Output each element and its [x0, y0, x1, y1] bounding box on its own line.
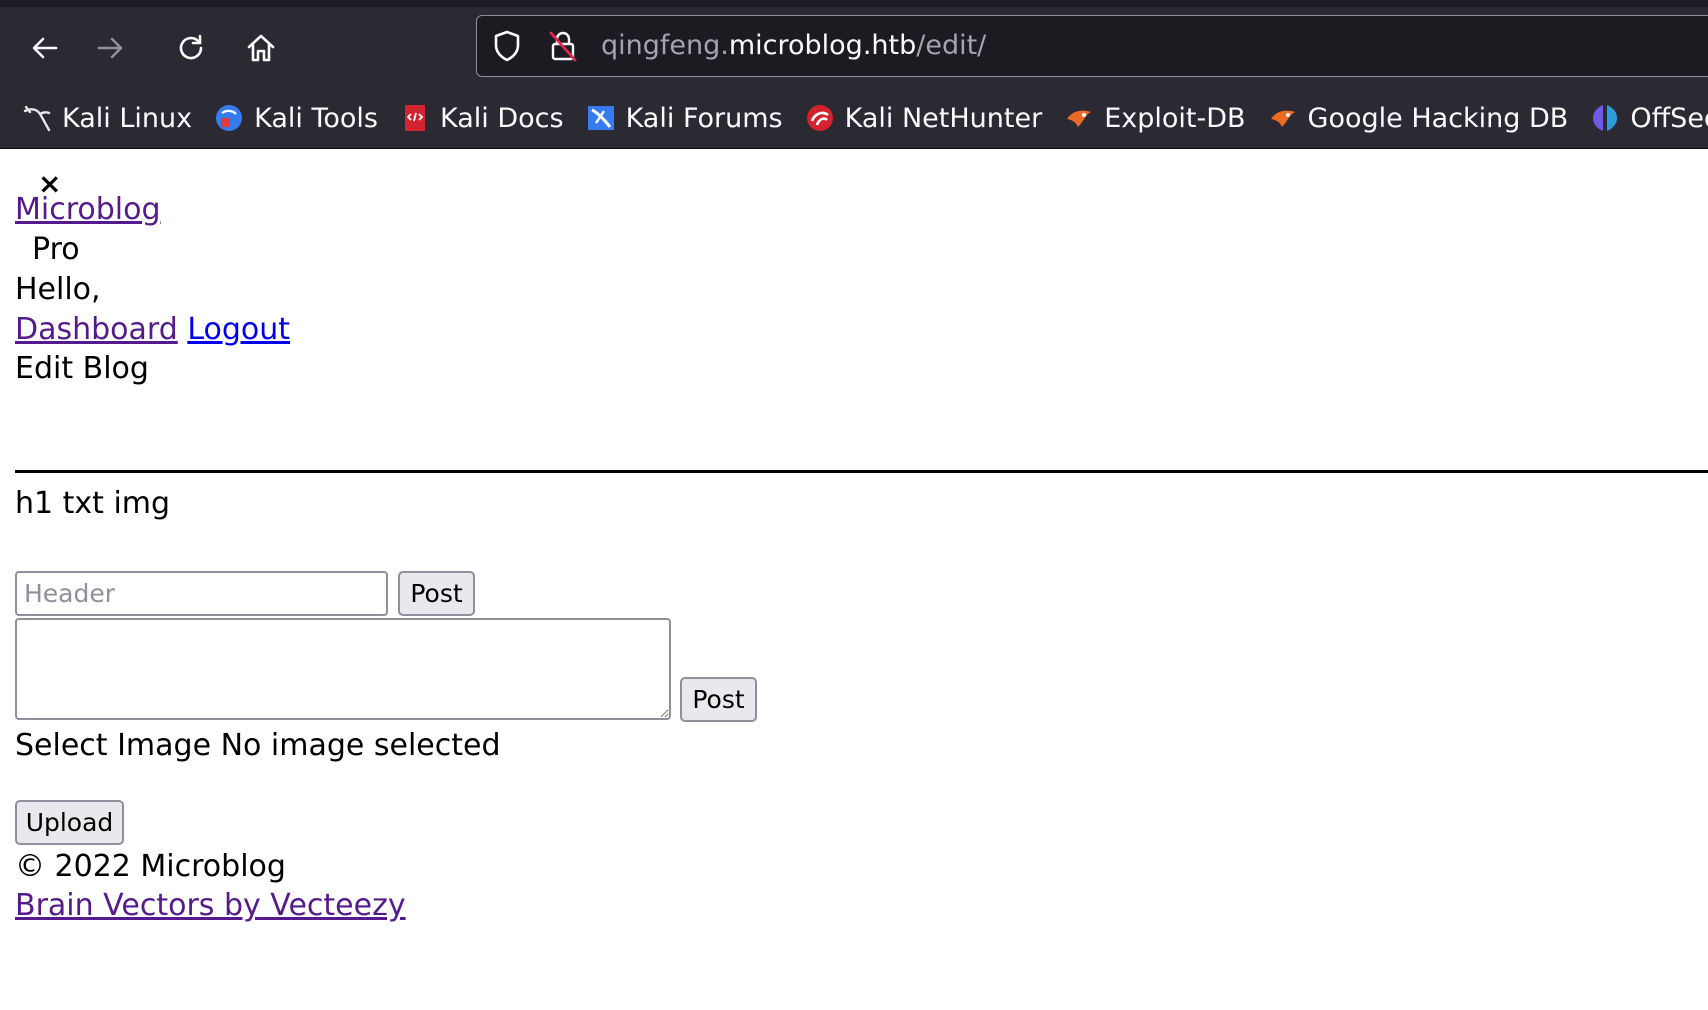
kali-tools-icon — [216, 105, 243, 131]
bookmark-label: OffSec — [1630, 102, 1708, 134]
home-icon — [247, 34, 275, 62]
upload-button[interactable]: Upload — [15, 800, 124, 845]
kali-nethunter-icon — [806, 105, 833, 131]
insecure-lock-icon[interactable] — [547, 29, 579, 63]
reload-button[interactable] — [170, 24, 212, 72]
bookmark-label: Google Hacking DB — [1307, 102, 1569, 134]
bookmark-label: Kali NetHunter — [844, 102, 1043, 134]
url-domain: microblog.htb — [728, 30, 917, 61]
page-title: Edit Blog — [15, 351, 149, 386]
brand-line: Microblog — [15, 190, 161, 230]
bookmark-kali-linux[interactable]: Kali Linux — [22, 103, 192, 134]
forward-arrow-icon — [97, 37, 123, 59]
logout-link[interactable]: Logout — [187, 312, 290, 347]
microblog-home-link[interactable]: Microblog — [15, 192, 161, 227]
dashboard-link[interactable]: Dashboard — [15, 312, 178, 347]
tracking-shield-icon[interactable] — [491, 29, 523, 63]
bookmark-label: Kali Tools — [254, 102, 378, 134]
offsec-icon — [1593, 105, 1618, 131]
bookmark-exploit-db[interactable]: Exploit-DB — [1064, 102, 1246, 134]
header-input[interactable] — [15, 571, 388, 616]
bookmarks-toolbar: Kali Linux Kali Tools Kali Docs Kali For… — [0, 90, 1708, 146]
forward-button[interactable] — [89, 24, 131, 72]
bookmark-kali-tools[interactable]: Kali Tools — [214, 103, 378, 134]
nav-links: Dashboard Logout — [15, 310, 290, 350]
exploit-db-icon — [1067, 110, 1092, 127]
bookmark-google-hacking-db[interactable]: Google Hacking DB — [1268, 102, 1569, 134]
url-bar[interactable]: qingfeng.microblog.htb/edit/ — [476, 15, 1708, 77]
post-text-button[interactable]: Post — [680, 677, 757, 722]
url-path: /edit/ — [916, 30, 987, 61]
kali-dragon-icon — [23, 105, 51, 132]
reload-icon — [179, 34, 203, 60]
brand-suffix: Pro — [32, 232, 80, 267]
kali-docs-icon — [404, 105, 425, 131]
kali-forums-icon — [587, 106, 614, 130]
footer-copyright: © 2022 Microblog — [15, 849, 286, 884]
greeting-text: Hello, — [15, 272, 101, 307]
bookmark-offsec[interactable]: OffSec — [1590, 103, 1708, 134]
post-header-button[interactable]: Post — [398, 571, 475, 616]
browser-chrome: qingfeng.microblog.htb/edit/ Kali Linux … — [0, 0, 1708, 149]
back-arrow-icon — [32, 37, 58, 59]
bookmark-label: Exploit-DB — [1104, 102, 1246, 134]
bookmark-kali-docs[interactable]: Kali Docs — [400, 103, 564, 134]
home-button[interactable] — [240, 24, 282, 72]
back-button[interactable] — [24, 24, 66, 72]
bookmark-kali-nethunter[interactable]: Kali NetHunter — [805, 102, 1043, 134]
bookmark-label: Kali Forums — [625, 102, 783, 134]
text-content-textarea[interactable] — [15, 618, 671, 720]
url-subdomain: qingfeng. — [601, 30, 729, 61]
bookmark-label: Kali Docs — [439, 102, 564, 134]
vecteezy-credit-link[interactable]: Brain Vectors by Vecteezy — [15, 888, 406, 923]
footer-credit: Brain Vectors by Vecteezy — [15, 886, 406, 926]
url-text[interactable]: qingfeng.microblog.htb/edit/ — [601, 29, 986, 63]
bookmark-kali-forums[interactable]: Kali Forums — [586, 103, 783, 134]
divider — [15, 470, 1708, 473]
bookmark-label: Kali Linux — [62, 102, 193, 134]
window-top-edge — [0, 0, 1708, 7]
select-image-field[interactable]: Select Image No image selected — [15, 726, 501, 766]
ghdb-icon — [1270, 110, 1295, 127]
tools-line: h1 txt img — [15, 486, 171, 521]
